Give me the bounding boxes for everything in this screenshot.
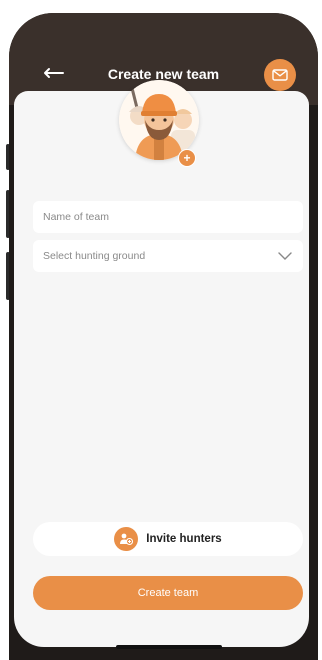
content-sheet — [14, 91, 309, 647]
team-avatar[interactable] — [119, 80, 199, 160]
create-team-button[interactable]: Create team — [33, 576, 303, 610]
hunting-ground-value: Select hunting ground — [43, 250, 146, 262]
hunter-avatar-icon — [119, 80, 199, 160]
team-name-input[interactable]: Name of team — [33, 201, 303, 233]
invite-hunters-label: Invite hunters — [146, 533, 222, 545]
add-photo-icon[interactable]: + — [178, 149, 196, 167]
hunting-ground-select[interactable]: Select hunting ground — [33, 240, 303, 272]
mail-button[interactable] — [264, 59, 296, 91]
add-users-icon — [114, 527, 139, 551]
home-indicator — [116, 645, 222, 649]
invite-hunters-button[interactable]: Invite hunters — [33, 522, 303, 556]
chevron-down-icon — [278, 252, 292, 260]
team-name-placeholder: Name of team — [43, 211, 109, 223]
envelope-icon — [272, 69, 288, 81]
create-team-label: Create team — [137, 587, 199, 599]
